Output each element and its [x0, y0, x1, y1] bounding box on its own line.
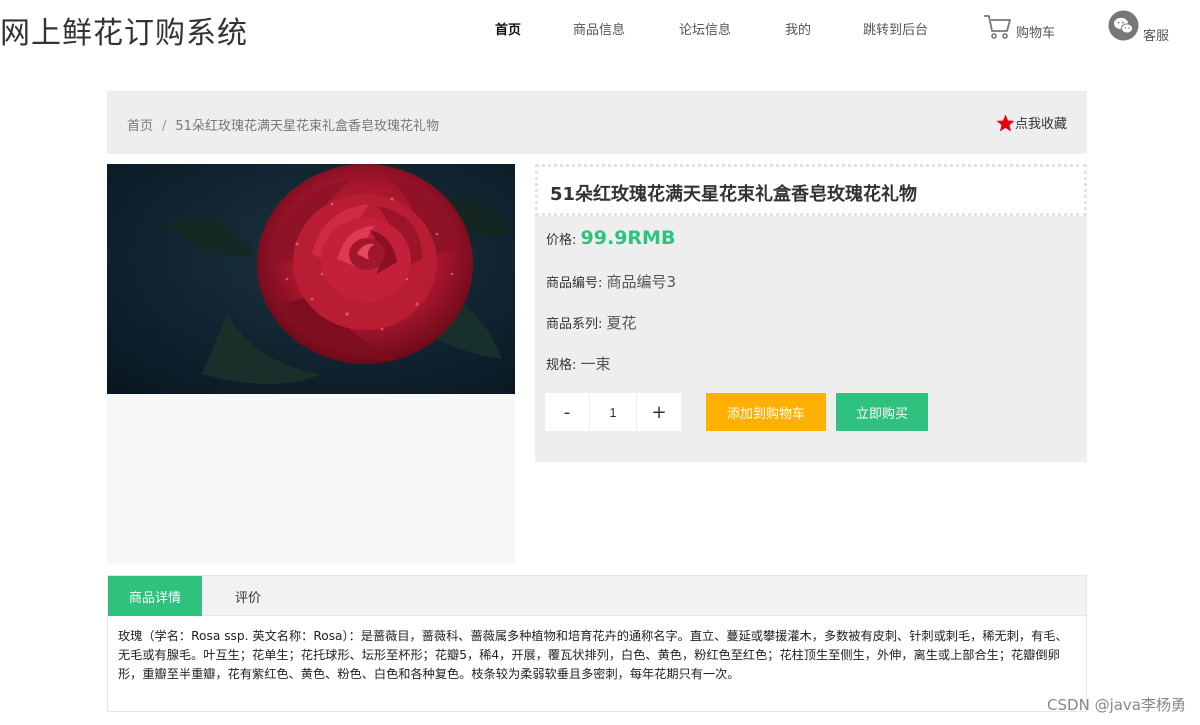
code-row: 商品编号: 商品编号3	[546, 271, 676, 292]
favorite-button[interactable]: 点我收藏	[996, 113, 1067, 132]
customer-service-link[interactable]: 客服	[1108, 10, 1170, 44]
nav-products[interactable]: 商品信息	[573, 19, 625, 38]
quantity-minus-button[interactable]: -	[545, 393, 589, 431]
breadcrumb: 首页 / 51朵红玫瑰花满天星花束礼盒香皂玫瑰花礼物	[127, 115, 439, 134]
tab-header: 商品详情 评价	[108, 576, 1086, 616]
service-label: 客服	[1143, 29, 1170, 44]
series-row: 商品系列: 夏花	[546, 312, 637, 333]
nav-forum[interactable]: 论坛信息	[679, 19, 731, 38]
code-value: 商品编号3	[606, 273, 677, 291]
series-label: 商品系列:	[546, 317, 603, 332]
price-row: 价格: 99.9RMB	[546, 227, 675, 249]
buy-now-button[interactable]: 立即购买	[836, 393, 928, 431]
series-value: 夏花	[606, 314, 637, 332]
image-panel	[107, 164, 515, 564]
code-label: 商品编号:	[546, 276, 603, 291]
breadcrumb-bar: 首页 / 51朵红玫瑰花满天星花束礼盒香皂玫瑰花礼物 点我收藏	[107, 91, 1087, 154]
breadcrumb-current: 51朵红玫瑰花满天星花束礼盒香皂玫瑰花礼物	[175, 119, 439, 134]
tab-detail[interactable]: 商品详情	[108, 576, 202, 616]
watermark: CSDN @java李杨勇	[1047, 696, 1186, 714]
product-description: 玫瑰（学名：Rosa ssp. 英文名称：Rosa）：是蔷薇目，蔷薇科、蔷薇属多…	[118, 629, 1068, 681]
nav-home[interactable]: 首页	[495, 19, 521, 38]
breadcrumb-separator: /	[162, 119, 167, 134]
red-rose-photo	[107, 164, 515, 394]
quantity-input[interactable]	[589, 393, 637, 431]
quantity-plus-button[interactable]: +	[637, 393, 681, 431]
breadcrumb-home[interactable]: 首页	[127, 119, 153, 134]
nav-admin[interactable]: 跳转到后台	[863, 19, 928, 38]
wechat-icon	[1108, 10, 1139, 41]
detail-tabs: 商品详情 评价 玫瑰（学名：Rosa ssp. 英文名称：Rosa）：是蔷薇目，…	[107, 575, 1087, 712]
spec-label: 规格:	[546, 358, 577, 373]
product-title: 51朵红玫瑰花满天星花束礼盒香皂玫瑰花礼物	[550, 184, 918, 205]
spec-value: 一束	[580, 355, 611, 373]
shopping-cart-icon	[984, 15, 1011, 39]
nav-mine[interactable]: 我的	[785, 19, 811, 38]
cart-label: 购物车	[1016, 26, 1056, 41]
quantity-stepper: - +	[545, 393, 681, 431]
tab-review[interactable]: 评价	[216, 576, 280, 616]
spec-row: 规格: 一束	[546, 353, 611, 374]
star-icon	[996, 113, 1015, 132]
product-info-panel: 51朵红玫瑰花满天星花束礼盒香皂玫瑰花礼物 价格: 99.9RMB 商品编号: …	[535, 164, 1087, 462]
product-image	[107, 164, 515, 394]
price-label: 价格:	[546, 233, 577, 248]
site-title: 网上鲜花订购系统	[0, 16, 248, 51]
title-box: 51朵红玫瑰花满天星花束礼盒香皂玫瑰花礼物	[535, 164, 1087, 216]
add-to-cart-button[interactable]: 添加到购物车	[706, 393, 826, 431]
price-value: 99.9RMB	[580, 227, 676, 249]
favorite-label: 点我收藏	[1014, 117, 1067, 132]
cart-link[interactable]: 购物车	[983, 13, 1055, 41]
